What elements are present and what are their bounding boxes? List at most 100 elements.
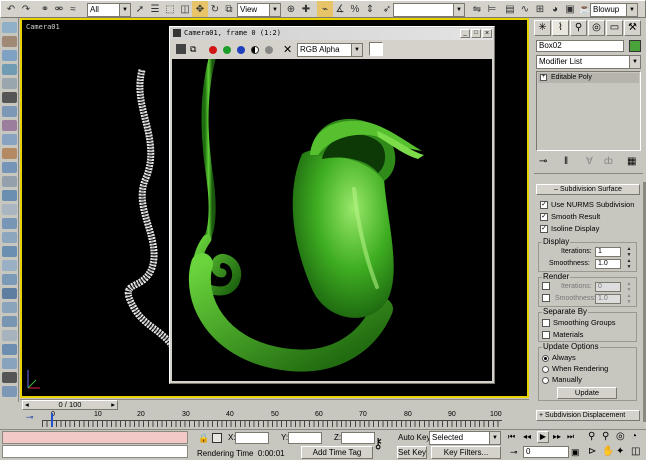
- align-icon[interactable]: ⊨: [484, 1, 500, 17]
- pan-icon[interactable]: ◔: [631, 431, 637, 442]
- snap-toggle-icon[interactable]: ⌁: [317, 1, 333, 17]
- auto-key-button[interactable]: Auto Key: [398, 433, 430, 442]
- tab-icon-27[interactable]: [2, 386, 17, 397]
- subdivision-surface-rollout-header[interactable]: – Subdivision Surface: [536, 184, 640, 195]
- selection-filter-dropdown[interactable]: All ▼: [87, 3, 131, 17]
- tab-icon-21[interactable]: [2, 302, 17, 313]
- tab-motion-icon[interactable]: ◎: [588, 20, 605, 36]
- tab-icon-16[interactable]: [2, 232, 17, 243]
- tab-icon-08[interactable]: [2, 120, 17, 131]
- field-of-view-icon[interactable]: ⊳: [588, 446, 596, 457]
- isoline-display-checkbox[interactable]: ✓ Isoline Display: [540, 224, 599, 234]
- tab-modify-icon[interactable]: ⌇: [552, 20, 569, 36]
- next-frame-icon[interactable]: ▸▸: [553, 432, 561, 441]
- tab-hierarchy-icon[interactable]: ⚲: [570, 20, 587, 36]
- tab-display-icon[interactable]: ▭: [606, 20, 623, 36]
- render-iterations-checkbox[interactable]: [542, 282, 550, 290]
- go-to-start-icon[interactable]: ⏮: [508, 432, 515, 442]
- tab-icon-23[interactable]: [2, 330, 17, 341]
- render-iterations-field[interactable]: 0: [595, 282, 621, 292]
- make-unique-icon[interactable]: ∀: [586, 156, 593, 167]
- spinner-icon[interactable]: ▲ ▼: [625, 293, 633, 305]
- time-slider-thumb[interactable]: ◂ 0 / 100 ▸: [22, 400, 118, 410]
- tab-icon-20[interactable]: [2, 288, 17, 299]
- key-selection-dropdown[interactable]: Selected ▼: [429, 431, 501, 445]
- absolute-mode-icon[interactable]: [212, 433, 222, 443]
- x-coordinate-field[interactable]: [235, 432, 269, 444]
- tab-icon-09[interactable]: [2, 134, 17, 145]
- always-radio[interactable]: Always: [542, 353, 576, 362]
- display-channel-dropdown[interactable]: RGB Alpha ▼: [297, 43, 363, 57]
- set-key-button[interactable]: Set Key: [397, 446, 427, 459]
- display-iterations-field[interactable]: 1: [595, 247, 621, 257]
- minimize-icon[interactable]: _: [460, 29, 470, 38]
- tab-icon-12[interactable]: [2, 176, 17, 187]
- maxscript-mini-listener-bottom[interactable]: [2, 445, 188, 458]
- frame-window-titlebar[interactable]: Camera01, frame 0 (1:2) _ □ ×: [171, 28, 493, 40]
- tab-icon-19[interactable]: [2, 274, 17, 285]
- update-button[interactable]: Update: [557, 387, 617, 399]
- tab-icon-07[interactable]: [2, 106, 17, 117]
- subdivision-displacement-rollout-header[interactable]: + Subdivision Displacement: [536, 410, 640, 421]
- render-smoothness-field[interactable]: 1.0: [595, 294, 621, 304]
- red-channel-icon[interactable]: [209, 46, 217, 54]
- configure-modifier-sets-icon[interactable]: ▦: [627, 156, 636, 167]
- tab-icon-06[interactable]: [2, 92, 17, 103]
- save-bitmap-icon[interactable]: [176, 44, 186, 54]
- time-configuration-icon[interactable]: ▣: [571, 447, 580, 458]
- track-bar[interactable]: ⊸ 0 10 20 30 40 50 60 70 80 90 100: [20, 411, 529, 428]
- blue-channel-icon[interactable]: [237, 46, 245, 54]
- stack-item[interactable]: + Editable Poly: [538, 73, 639, 83]
- clear-icon[interactable]: ✕: [283, 43, 292, 56]
- rendered-frame-window[interactable]: Camera01, frame 0 (1:2) _ □ × ⧉ ✕ RGB Al…: [169, 26, 495, 384]
- schematic-view-icon[interactable]: ⊞: [532, 1, 548, 17]
- pivot-center-icon[interactable]: ⊕: [283, 1, 299, 17]
- current-frame-field[interactable]: 0: [523, 446, 569, 458]
- render-type-dropdown[interactable]: Blowup ▼: [590, 3, 638, 17]
- tab-icon-02[interactable]: [2, 36, 17, 47]
- reference-coordinate-dropdown[interactable]: View ▼: [237, 3, 281, 17]
- display-smoothness-field[interactable]: 1.0: [595, 259, 621, 269]
- orbit-icon[interactable]: ◎: [616, 431, 625, 442]
- smooth-result-checkbox[interactable]: ✓ Smooth Result: [540, 212, 600, 222]
- undo-icon[interactable]: ↶: [3, 1, 19, 17]
- tab-icon-03[interactable]: [2, 50, 17, 61]
- maxscript-mini-listener-top[interactable]: [2, 431, 188, 444]
- previous-frame-icon[interactable]: ◂◂: [523, 432, 531, 441]
- mirror-icon[interactable]: ⇋: [469, 1, 485, 17]
- spinner-snap-icon[interactable]: ⇕: [362, 1, 378, 17]
- named-selection-set-dropdown[interactable]: ▼: [393, 3, 465, 17]
- percent-snap-icon[interactable]: %: [347, 1, 363, 17]
- tab-icon-22[interactable]: [2, 316, 17, 327]
- tab-utilities-icon[interactable]: ⚒: [624, 20, 641, 36]
- use-nurms-checkbox[interactable]: ✓ Use NURMS Subdivision: [540, 200, 634, 210]
- color-swatch[interactable]: [369, 42, 383, 56]
- tab-icon-01[interactable]: [2, 22, 17, 33]
- window-crossing-icon[interactable]: ◫: [177, 1, 193, 17]
- modifier-list-dropdown[interactable]: Modifier List ▼: [536, 55, 641, 69]
- tab-icon-18[interactable]: [2, 260, 17, 271]
- zoom-icon[interactable]: ⚲: [588, 431, 595, 442]
- rectangular-selection-icon[interactable]: ⬚: [162, 1, 178, 17]
- select-manipulate-icon[interactable]: ✚: [298, 1, 314, 17]
- manually-radio[interactable]: Manually: [542, 375, 582, 384]
- close-icon[interactable]: ×: [482, 29, 492, 38]
- maximize-icon[interactable]: □: [471, 29, 481, 38]
- clone-window-icon[interactable]: ⧉: [190, 44, 196, 55]
- angle-snap-icon[interactable]: ∡: [332, 1, 348, 17]
- add-time-tag-button[interactable]: Add Time Tag: [301, 446, 373, 459]
- monochrome-icon[interactable]: [265, 46, 273, 54]
- material-editor-icon[interactable]: ◕: [547, 1, 563, 17]
- tab-icon-04[interactable]: [2, 64, 17, 75]
- tab-icon-13[interactable]: [2, 190, 17, 201]
- hand-pan-icon[interactable]: ✋: [602, 446, 614, 457]
- tab-create-icon[interactable]: ✳: [534, 20, 551, 36]
- spinner-icon[interactable]: ▲ ▼: [625, 246, 633, 258]
- tab-icon-17[interactable]: [2, 246, 17, 257]
- tab-icon-05[interactable]: [2, 78, 17, 89]
- object-name-field[interactable]: Box02: [536, 40, 624, 52]
- play-icon[interactable]: ▶: [537, 431, 549, 443]
- redo-icon[interactable]: ↷: [18, 1, 34, 17]
- z-coordinate-field[interactable]: [341, 432, 375, 444]
- alpha-channel-icon[interactable]: [251, 46, 259, 54]
